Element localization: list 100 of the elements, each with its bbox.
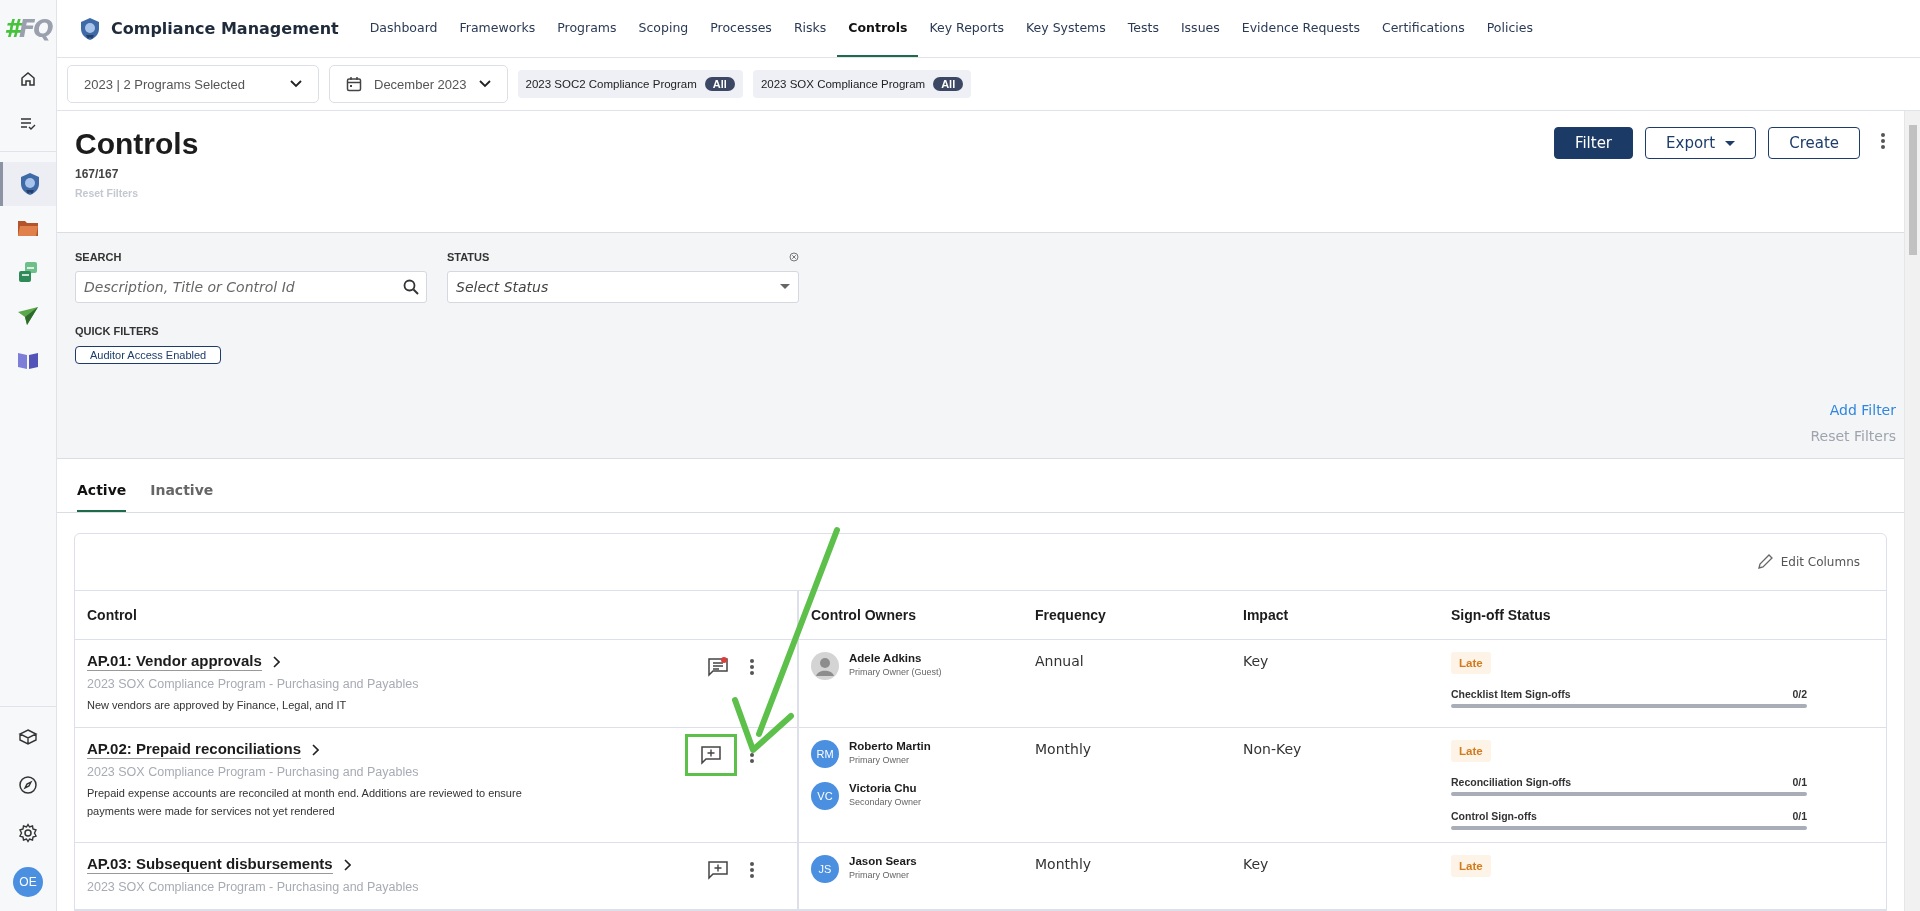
edit-columns-button[interactable]: Edit Columns (1750, 553, 1866, 572)
period-select[interactable]: December 2023 (329, 65, 508, 103)
nav-tab[interactable]: Controls (837, 0, 919, 57)
control-title-link[interactable]: AP.01: Vendor approvals (87, 652, 262, 672)
chevron-down-icon (290, 80, 302, 88)
owner-role: Secondary Owner (849, 797, 922, 807)
nav-tab[interactable]: Frameworks (448, 0, 547, 57)
program-select[interactable]: 2023 | 2 Programs Selected (67, 65, 319, 103)
owner-avatar: VC (811, 782, 839, 810)
control-title-link[interactable]: AP.02: Prepaid reconciliations (87, 740, 301, 759)
nav-tab[interactable]: Processes (699, 0, 783, 57)
owner-role: Primary Owner (849, 755, 910, 765)
person-silhouette-icon (811, 652, 839, 681)
app-title: Compliance Management (111, 19, 339, 38)
column-header: Control (75, 591, 799, 641)
page-title: Controls (75, 127, 199, 161)
tab[interactable]: Active (77, 482, 127, 513)
signoff-label: Control Sign-offs (1451, 810, 1537, 822)
chevron-right-icon[interactable] (342, 858, 351, 871)
squares-icon (17, 261, 39, 283)
frequency-text: Annual (1035, 653, 1084, 670)
program-path: 2023 SOX Compliance Program - Purchasing and Payables (87, 765, 420, 779)
add-comment-icon (700, 745, 722, 765)
program-name: 2023 SOC2 Compliance Program (525, 78, 697, 90)
column-header: Control Owners (799, 591, 1023, 641)
add-filter-link[interactable]: Add Filter (1829, 401, 1896, 418)
scrollbar-thumb[interactable] (1908, 125, 1917, 255)
shield-icon (18, 172, 41, 196)
control-description: Prepaid expense accounts are reconciled at month end. Additions are reviewed to ensure payments were made for services not yet rendered (87, 786, 523, 819)
export-button[interactable]: Export (1645, 127, 1757, 159)
comment-button[interactable] (685, 734, 737, 776)
program-name: 2023 SOX Compliance Program (760, 78, 926, 90)
owner-avatar: JS (811, 855, 839, 883)
field-label: STATUS (447, 250, 490, 263)
owner-avatar: RM (811, 740, 839, 768)
owner-name: Roberto Martin (849, 740, 931, 752)
tab[interactable]: Inactive (150, 482, 214, 513)
nav-tab[interactable]: Policies (1475, 0, 1544, 57)
search-field[interactable]: Description, Title or Control Id (75, 270, 427, 303)
program-chip[interactable]: 2023 SOC2 Compliance Program All (517, 70, 743, 98)
search-icon (403, 278, 419, 295)
program-path: 2023 SOX Compliance Program - Purchasing and Payables (87, 880, 419, 894)
more-icon[interactable] (1880, 132, 1886, 150)
signoff-count: 0/2 (1792, 688, 1807, 701)
column-header: Frequency (1023, 591, 1231, 641)
signoff-count: 0/1 (1792, 810, 1807, 822)
control-description: New vendors are approved by Finance, Legal, and IT (87, 698, 348, 714)
caret-icon (780, 284, 790, 290)
chevron-right-icon[interactable] (311, 743, 319, 756)
filter-button[interactable]: Filter (1553, 127, 1634, 159)
nav-tab[interactable]: Key Systems (1015, 0, 1117, 57)
nav-tab[interactable]: Issues (1169, 0, 1231, 57)
paper-plane-icon (17, 306, 39, 326)
owner-name: Jason Sears (849, 855, 917, 867)
calendar-icon (346, 76, 362, 92)
column-header: Sign-off Status (1439, 591, 1886, 641)
nav-tab[interactable]: Key Reports (918, 0, 1015, 57)
add-comment-icon (707, 860, 729, 880)
nav-tab[interactable]: Scoping (627, 0, 700, 57)
status-badge: Late (1451, 740, 1491, 762)
owner-role: Primary Owner (Guest) (849, 667, 942, 678)
nav-tab[interactable]: Certifications (1370, 0, 1476, 57)
sidebar-item[interactable] (0, 162, 56, 206)
create-button[interactable]: Create (1768, 127, 1860, 159)
signoff-count: 0/1 (1792, 776, 1807, 788)
comment-icon (707, 657, 729, 678)
clear-icon[interactable] (789, 251, 799, 262)
quick-filter-chip[interactable]: Auditor Access Enabled (75, 345, 222, 364)
nav-tab[interactable]: Dashboard (358, 0, 449, 57)
shield-icon (79, 16, 101, 41)
nav-tab[interactable]: Risks (782, 0, 838, 57)
nav-tab[interactable]: Tests (1116, 0, 1170, 57)
chevron-down-icon (478, 80, 491, 88)
impact-text: Non-Key (1243, 741, 1302, 757)
column-header: Impact (1231, 591, 1439, 641)
status-badge: Late (1451, 855, 1491, 877)
impact-text: Key (1243, 856, 1269, 872)
home-icon (19, 70, 37, 88)
owner-role: Primary Owner (849, 870, 910, 880)
more-icon[interactable] (749, 861, 755, 879)
control-title-link[interactable]: AP.03: Subsequent disbursements (87, 855, 333, 874)
pencil-icon (1756, 554, 1773, 571)
cube-icon (18, 728, 38, 746)
chevron-right-icon[interactable] (271, 655, 280, 668)
nav-tab[interactable]: Evidence Requests (1230, 0, 1371, 57)
nav-tab[interactable]: Programs (546, 0, 628, 57)
all-badge: All (704, 77, 735, 91)
frequency-text: Monthly (1035, 741, 1092, 757)
status-badge: Late (1451, 652, 1491, 675)
program-chip[interactable]: 2023 SOX Compliance Program All (752, 70, 972, 98)
owner-name: Adele Adkins (849, 652, 923, 665)
settings-icon (18, 823, 38, 843)
more-icon[interactable] (749, 658, 755, 677)
program-path: 2023 SOX Compliance Program - Purchasing and Payables (87, 677, 419, 692)
impact-text: Key (1243, 653, 1269, 670)
owner-name: Victoria Chu (849, 782, 918, 794)
compass-icon (18, 775, 38, 795)
field-label: QUICK FILTERS (75, 324, 159, 337)
status-select[interactable]: Select Status (447, 270, 799, 303)
folder-icon (17, 218, 39, 238)
